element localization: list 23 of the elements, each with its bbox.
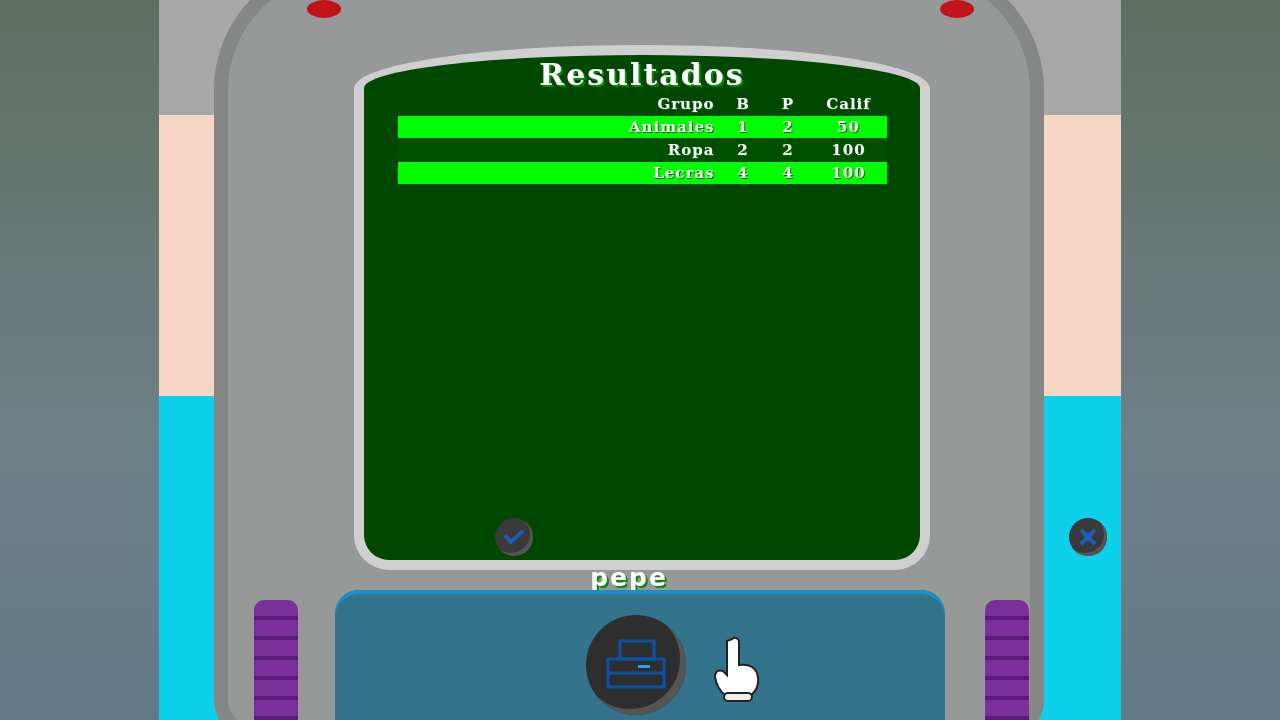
column-header: P (780, 95, 796, 113)
table-cell-text: Animales (627, 118, 716, 136)
table-cell-text: Ropa (666, 141, 716, 159)
close-icon (1079, 528, 1097, 546)
check-icon (503, 529, 525, 545)
table-cell-text: 4 (736, 164, 750, 182)
table-cell-text: 100 (830, 164, 867, 182)
lamp-icon (307, 0, 341, 18)
column-header: Calif (825, 95, 872, 113)
screen-title: Resultados (539, 57, 745, 93)
table-cell-text: 2 (736, 141, 750, 159)
user-name: pepe (589, 563, 669, 592)
column-header: B (735, 95, 751, 113)
close-button[interactable] (1069, 518, 1107, 556)
table-cell-text: 2 (781, 118, 795, 136)
lamp-icon (940, 0, 974, 18)
table-cell-text: 4 (781, 164, 795, 182)
table-cell-text: 100 (830, 141, 867, 159)
table-cell-text: Lecras (652, 164, 716, 182)
table-cell-text: 1 (736, 118, 750, 136)
table-cell-text: 50 (836, 118, 861, 136)
column-header: Grupo (656, 95, 716, 113)
table-cell-text: 2 (781, 141, 795, 159)
